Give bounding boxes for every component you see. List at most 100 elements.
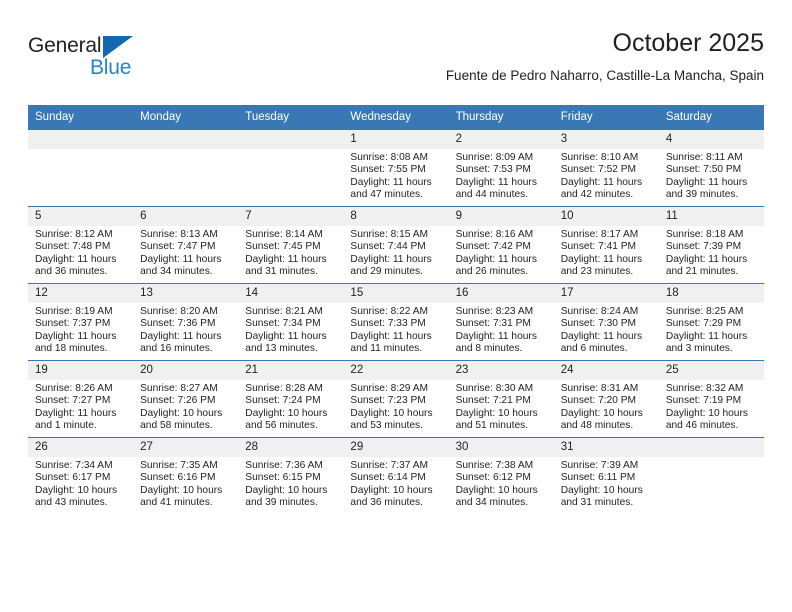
sunset-text: Sunset: 6:17 PM	[35, 472, 111, 484]
daylight-text-line1: Daylight: 11 hours	[140, 330, 222, 342]
calendar-day-cell[interactable]: 10 Sunrise: 8:17 AM Sunset: 7:41 PM Dayligh…	[553, 206, 659, 284]
day-sun-info: Sunrise: 8:23 AM Sunset: 7:31 PM Daylight:…	[449, 303, 554, 356]
calendar-day-cell[interactable]: 13 Sunrise: 8:20 AM Sunset: 7:36 PM Dayligh…	[133, 283, 239, 361]
calendar-day-cell[interactable]: 26 Sunrise: 7:34 AM Sunset: 6:17 PM Dayligh…	[28, 437, 134, 514]
day-sun-info: Sunrise: 8:26 AM Sunset: 7:27 PM Daylight:…	[28, 380, 133, 433]
calendar-day-cell[interactable]: 7 Sunrise: 8:14 AM Sunset: 7:45 PM Daylight…	[238, 206, 344, 284]
sunset-text: Sunset: 7:21 PM	[455, 395, 531, 407]
calendar-day-cell-empty	[28, 129, 134, 207]
weekday-header-monday: Monday	[133, 105, 239, 130]
daylight-text-line1: Daylight: 10 hours	[350, 407, 433, 419]
day-number: 14	[238, 284, 344, 303]
daylight-text-line1: Daylight: 11 hours	[35, 330, 117, 342]
calendar-day-cell[interactable]: 28 Sunrise: 7:36 AM Sunset: 6:15 PM Dayligh…	[238, 437, 344, 514]
day-sun-info: Sunrise: 8:10 AM Sunset: 7:52 PM Daylight:…	[554, 149, 659, 202]
logo-text-blue: Blue	[90, 56, 132, 79]
sunset-text: Sunset: 7:37 PM	[35, 318, 111, 330]
sunset-text: Sunset: 7:26 PM	[140, 395, 216, 407]
day-sun-info: Sunrise: 8:11 AM Sunset: 7:50 PM Daylight:…	[659, 149, 764, 202]
day-sun-info: Sunrise: 8:30 AM Sunset: 7:21 PM Daylight:…	[449, 380, 554, 433]
sunrise-text: Sunrise: 8:17 AM	[560, 229, 639, 240]
daylight-text-line1: Daylight: 11 hours	[245, 253, 327, 265]
daylight-text-line2: and 43 minutes.	[35, 497, 108, 509]
day-sun-info: Sunrise: 7:37 AM Sunset: 6:14 PM Daylight:…	[343, 457, 448, 510]
calendar-day-cell[interactable]: 4 Sunrise: 8:11 AM Sunset: 7:50 PM Daylight…	[658, 129, 764, 207]
daylight-text-line1: Daylight: 11 hours	[140, 253, 222, 265]
calendar-day-cell[interactable]: 29 Sunrise: 7:37 AM Sunset: 6:14 PM Dayligh…	[343, 437, 449, 514]
sunset-text: Sunset: 7:50 PM	[665, 164, 742, 176]
sunrise-text: Sunrise: 8:18 AM	[665, 229, 744, 240]
calendar-day-cell[interactable]: 9 Sunrise: 8:16 AM Sunset: 7:42 PM Daylight…	[448, 206, 554, 284]
calendar-day-cell-empty	[238, 129, 344, 207]
calendar-day-cell[interactable]: 8 Sunrise: 8:15 AM Sunset: 7:44 PM Daylight…	[343, 206, 449, 284]
daylight-text-line2: and 34 minutes.	[455, 497, 529, 509]
day-sun-info: Sunrise: 7:38 AM Sunset: 6:12 PM Daylight:…	[449, 457, 554, 510]
calendar-day-cell[interactable]: 30 Sunrise: 7:38 AM Sunset: 6:12 PM Dayligh…	[448, 437, 554, 514]
sunrise-text: Sunrise: 8:08 AM	[350, 152, 429, 163]
daylight-text-line2: and 48 minutes.	[560, 420, 634, 432]
sunset-text: Sunset: 6:15 PM	[245, 472, 321, 484]
calendar-day-cell[interactable]: 20 Sunrise: 8:27 AM Sunset: 7:26 PM Dayligh…	[133, 360, 239, 438]
day-number: 19	[28, 361, 134, 380]
calendar-day-cell[interactable]: 3 Sunrise: 8:10 AM Sunset: 7:52 PM Daylight…	[553, 129, 659, 207]
calendar-day-cell[interactable]: 18 Sunrise: 8:25 AM Sunset: 7:29 PM Dayligh…	[658, 283, 764, 361]
sunrise-text: Sunrise: 8:29 AM	[350, 383, 429, 394]
page-subtitle: Fuente de Pedro Naharro, Castille-La Man…	[445, 68, 764, 83]
sunrise-text: Sunrise: 8:12 AM	[35, 229, 113, 240]
calendar-day-cell[interactable]: 2 Sunrise: 8:09 AM Sunset: 7:53 PM Daylight…	[448, 129, 554, 207]
day-sun-info: Sunrise: 8:22 AM Sunset: 7:33 PM Daylight:…	[343, 303, 448, 356]
calendar-day-cell[interactable]: 16 Sunrise: 8:23 AM Sunset: 7:31 PM Dayligh…	[448, 283, 554, 361]
sunrise-text: Sunrise: 8:09 AM	[455, 152, 534, 163]
sunset-text: Sunset: 7:29 PM	[665, 318, 742, 330]
daylight-text-line1: Daylight: 10 hours	[245, 484, 328, 496]
calendar-day-cell[interactable]: 25 Sunrise: 8:32 AM Sunset: 7:19 PM Dayligh…	[658, 360, 764, 438]
daylight-text-line1: Daylight: 10 hours	[455, 484, 538, 496]
day-sun-info: Sunrise: 8:29 AM Sunset: 7:23 PM Daylight:…	[343, 380, 448, 433]
day-sun-info: Sunrise: 8:24 AM Sunset: 7:30 PM Daylight:…	[554, 303, 659, 356]
day-number: 28	[238, 438, 344, 457]
sunrise-text: Sunrise: 8:15 AM	[350, 229, 429, 240]
day-sun-info: Sunrise: 7:35 AM Sunset: 6:16 PM Daylight:…	[133, 457, 238, 510]
sunset-text: Sunset: 7:20 PM	[560, 395, 637, 407]
day-sun-info: Sunrise: 8:20 AM Sunset: 7:36 PM Daylight:…	[133, 303, 238, 356]
weekday-header-saturday: Saturday	[658, 105, 764, 130]
calendar-day-cell[interactable]: 24 Sunrise: 8:31 AM Sunset: 7:20 PM Dayligh…	[553, 360, 659, 438]
daylight-text-line1: Daylight: 11 hours	[455, 176, 537, 188]
calendar-day-cell-empty	[658, 437, 764, 514]
calendar-day-cell[interactable]: 1 Sunrise: 8:08 AM Sunset: 7:55 PM Daylight…	[343, 129, 449, 207]
day-number: 26	[28, 438, 134, 457]
day-sun-info: Sunrise: 8:25 AM Sunset: 7:29 PM Daylight:…	[659, 303, 764, 356]
calendar-day-cell-empty	[133, 129, 239, 207]
calendar-day-cell[interactable]: 23 Sunrise: 8:30 AM Sunset: 7:21 PM Dayligh…	[448, 360, 554, 438]
sunset-text: Sunset: 7:45 PM	[245, 241, 321, 253]
daylight-text-line2: and 58 minutes.	[140, 420, 213, 432]
sunset-text: Sunset: 7:44 PM	[350, 241, 426, 253]
daylight-text-line1: Daylight: 11 hours	[350, 176, 432, 188]
calendar-day-cell[interactable]: 27 Sunrise: 7:35 AM Sunset: 6:16 PM Dayligh…	[133, 437, 239, 514]
weekday-header-tuesday: Tuesday	[238, 105, 344, 130]
daylight-text-line1: Daylight: 11 hours	[665, 176, 748, 188]
calendar-day-cell[interactable]: 17 Sunrise: 8:24 AM Sunset: 7:30 PM Dayligh…	[553, 283, 659, 361]
calendar-day-cell[interactable]: 22 Sunrise: 8:29 AM Sunset: 7:23 PM Dayligh…	[343, 360, 449, 438]
calendar-day-cell[interactable]: 6 Sunrise: 8:13 AM Sunset: 7:47 PM Daylight…	[133, 206, 239, 284]
calendar-day-cell[interactable]: 11 Sunrise: 8:18 AM Sunset: 7:39 PM Dayligh…	[658, 206, 764, 284]
sunset-text: Sunset: 7:47 PM	[140, 241, 216, 253]
daylight-text-line2: and 44 minutes.	[455, 189, 529, 201]
sunset-text: Sunset: 6:14 PM	[350, 472, 426, 484]
calendar-day-cell[interactable]: 5 Sunrise: 8:12 AM Sunset: 7:48 PM Daylight…	[28, 206, 134, 284]
title-block: October 2025 Fuente de Pedro Naharro, Ca…	[446, 28, 764, 85]
calendar-day-cell[interactable]: 31 Sunrise: 7:39 AM Sunset: 6:11 PM Dayligh…	[553, 437, 659, 514]
calendar-day-cell[interactable]: 19 Sunrise: 8:26 AM Sunset: 7:27 PM Dayligh…	[28, 360, 134, 438]
calendar-day-cell[interactable]: 14 Sunrise: 8:21 AM Sunset: 7:34 PM Dayligh…	[238, 283, 344, 361]
day-number: 5	[28, 207, 134, 226]
calendar-day-cell[interactable]: 21 Sunrise: 8:28 AM Sunset: 7:24 PM Dayligh…	[238, 360, 344, 438]
daylight-text-line2: and 36 minutes.	[350, 497, 423, 509]
sunrise-text: Sunrise: 8:31 AM	[560, 383, 639, 394]
calendar-day-cell[interactable]: 15 Sunrise: 8:22 AM Sunset: 7:33 PM Dayligh…	[343, 283, 449, 361]
day-number: 23	[448, 361, 554, 380]
calendar-day-cell[interactable]: 12 Sunrise: 8:19 AM Sunset: 7:37 PM Dayligh…	[28, 283, 134, 361]
sunrise-text: Sunrise: 8:20 AM	[140, 306, 218, 317]
day-number: 6	[133, 207, 239, 226]
general-blue-logo[interactable]: General Blue	[28, 34, 168, 90]
sunset-text: Sunset: 7:41 PM	[560, 241, 637, 253]
